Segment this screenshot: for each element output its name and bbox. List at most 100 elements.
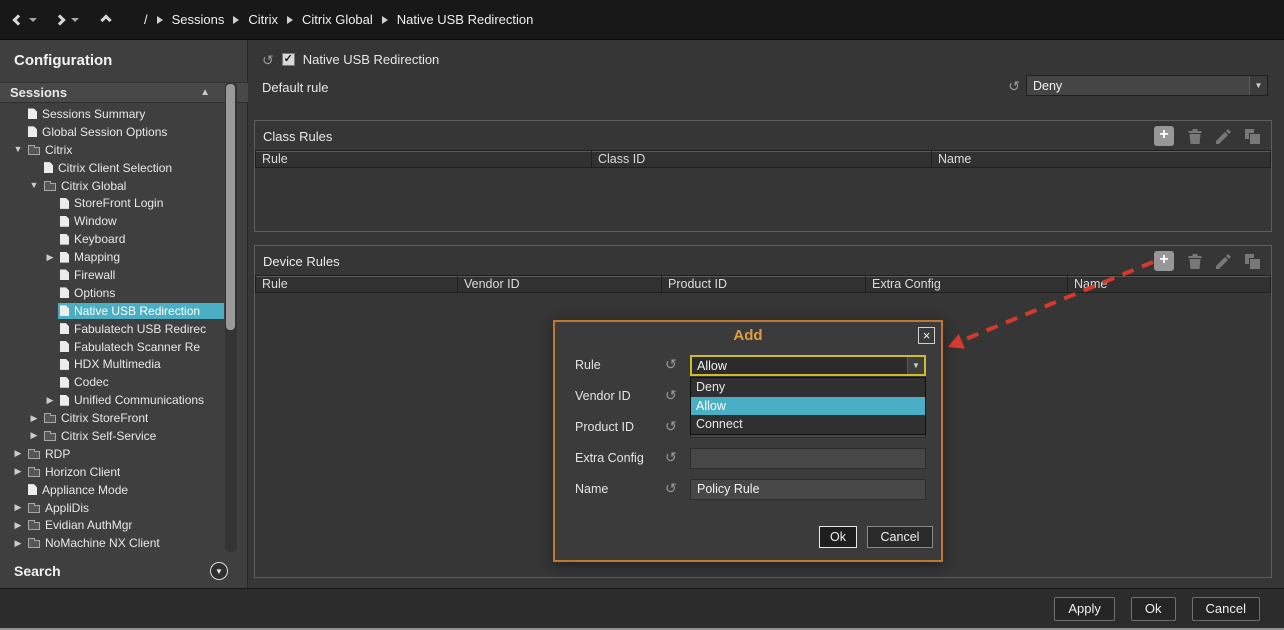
sidebar-item-evidian-authmgr[interactable]: ▶ Evidian AuthMgr <box>0 516 224 534</box>
expand-icon[interactable]: ▶ <box>10 463 26 480</box>
sidebar-item-citrix-storefront[interactable]: ▶ Citrix StoreFront <box>0 409 224 427</box>
column-header-name[interactable]: Name <box>932 150 1271 168</box>
cancel-button[interactable]: Cancel <box>867 526 933 548</box>
revert-icon[interactable]: ↺ <box>665 481 677 495</box>
rule-dropdown-popup: Deny Allow Connect <box>690 377 926 435</box>
sidebar-item-keyboard[interactable]: Keyboard <box>0 230 224 248</box>
extra-config-input[interactable] <box>690 448 926 469</box>
edit-rule-button[interactable] <box>1215 253 1232 270</box>
edit-rule-button[interactable] <box>1215 128 1232 145</box>
search-section-header[interactable]: Search ▼ <box>0 558 248 584</box>
forward-icon[interactable] <box>54 14 65 25</box>
copy-rule-button[interactable] <box>1244 128 1261 145</box>
breadcrumb-citrix-global[interactable]: Citrix Global <box>302 12 373 27</box>
collapse-icon[interactable]: ▼ <box>26 177 42 194</box>
expand-icon[interactable]: ▶ <box>10 499 26 516</box>
search-expand-button[interactable]: ▼ <box>210 562 228 580</box>
delete-rule-button[interactable] <box>1186 253 1203 270</box>
sidebar-item-firewall[interactable]: Firewall <box>0 266 224 284</box>
sidebar-item-storefront-login[interactable]: StoreFront Login <box>0 194 224 212</box>
sidebar-item-window[interactable]: Window <box>0 212 224 230</box>
collapse-icon[interactable]: ▼ <box>10 141 26 158</box>
revert-icon[interactable]: ↺ <box>1008 79 1020 93</box>
sidebar-item-rdp[interactable]: ▶ RDP <box>0 445 224 463</box>
expand-icon[interactable]: ▶ <box>10 535 26 552</box>
sidebar-item-citrix-global[interactable]: ▼ Citrix Global <box>0 177 224 195</box>
document-icon <box>60 287 69 298</box>
dropdown-arrow-icon[interactable]: ▼ <box>907 357 924 374</box>
sessions-section-header[interactable]: Sessions ▲ <box>0 82 248 103</box>
sidebar-item-applidis[interactable]: ▶ AppliDis <box>0 499 224 517</box>
sidebar-title: Configuration <box>14 52 112 69</box>
sidebar-item-citrix[interactable]: ▼ Citrix <box>0 141 224 159</box>
apply-button[interactable]: Apply <box>1054 597 1115 621</box>
breadcrumb-native-usb-redirection[interactable]: Native USB Redirection <box>397 12 534 27</box>
expand-icon[interactable]: ▶ <box>10 445 26 462</box>
device-rules-toolbar: + <box>1154 251 1261 271</box>
breadcrumb-citrix[interactable]: Citrix <box>248 12 278 27</box>
ok-button[interactable]: Ok <box>819 526 857 548</box>
column-header-rule[interactable]: Rule <box>255 275 458 293</box>
sidebar-item-nomachine-nx-client[interactable]: ▶ NoMachine NX Client <box>0 534 224 552</box>
delete-rule-button[interactable] <box>1186 128 1203 145</box>
dropdown-option-deny[interactable]: Deny <box>691 378 925 397</box>
add-rule-button[interactable]: + <box>1154 126 1174 146</box>
product-id-label: Product ID <box>575 420 634 434</box>
class-rules-title: Class Rules <box>263 129 332 144</box>
document-icon <box>60 305 69 316</box>
sidebar-item-hdx-multimedia[interactable]: HDX Multimedia <box>0 355 224 373</box>
sidebar-item-citrix-self-service[interactable]: ▶ Citrix Self-Service <box>0 427 224 445</box>
sidebar-item-mapping[interactable]: ▶ Mapping <box>0 248 224 266</box>
revert-icon[interactable]: ↺ <box>665 419 677 433</box>
default-rule-label: Default rule <box>262 80 328 95</box>
revert-icon[interactable]: ↺ <box>665 357 677 371</box>
name-input[interactable]: Policy Rule <box>690 479 926 500</box>
forward-history-dropdown-icon[interactable] <box>71 18 79 22</box>
breadcrumb-sessions[interactable]: Sessions <box>172 12 225 27</box>
sidebar-item-global-session-options[interactable]: Global Session Options <box>0 123 224 141</box>
sidebar-item-options[interactable]: Options <box>0 284 224 302</box>
expand-icon[interactable]: ▶ <box>42 249 58 266</box>
expand-icon[interactable]: ▶ <box>26 410 42 427</box>
annotation-arrow <box>920 246 1170 356</box>
dropdown-option-connect[interactable]: Connect <box>691 415 925 434</box>
dialog-title: Add <box>555 327 941 344</box>
column-header-product-id[interactable]: Product ID <box>662 275 866 293</box>
sidebar-item-citrix-client-selection[interactable]: Citrix Client Selection <box>0 159 224 177</box>
revert-icon[interactable]: ↺ <box>665 450 677 464</box>
expand-icon[interactable]: ▶ <box>26 427 42 444</box>
native-usb-redirection-checkbox[interactable]: ✓ <box>282 53 295 66</box>
breadcrumb-root[interactable]: / <box>144 12 148 27</box>
enable-setting-row: ↺ ✓ Native USB Redirection <box>262 52 439 67</box>
revert-icon[interactable]: ↺ <box>665 388 677 402</box>
up-level-icon[interactable] <box>100 14 111 25</box>
sidebar-item-native-usb-redirection[interactable]: Native USB Redirection <box>0 302 224 320</box>
sidebar-item-horizon-client[interactable]: ▶ Horizon Client <box>0 463 224 481</box>
copy-rule-button[interactable] <box>1244 253 1261 270</box>
column-header-vendor-id[interactable]: Vendor ID <box>458 275 662 293</box>
scrollbar-thumb[interactable] <box>226 84 235 330</box>
sidebar-item-codec[interactable]: Codec <box>0 373 224 391</box>
expand-icon[interactable]: ▶ <box>42 392 58 409</box>
sidebar-item-sessions-summary[interactable]: Sessions Summary <box>0 105 224 123</box>
revert-icon[interactable]: ↺ <box>262 53 274 67</box>
rule-dropdown[interactable]: Allow ▼ <box>690 355 926 376</box>
sidebar-item-appliance-mode[interactable]: Appliance Mode <box>0 481 224 499</box>
sidebar-item-fabulatech-scanner-redirection[interactable]: Fabulatech Scanner Re <box>0 338 224 356</box>
plus-icon: + <box>1159 126 1168 143</box>
column-header-class-id[interactable]: Class ID <box>592 150 932 168</box>
back-icon[interactable] <box>12 14 23 25</box>
default-rule-dropdown[interactable]: Deny ▼ <box>1026 75 1268 96</box>
sidebar-item-unified-communications[interactable]: ▶ Unified Communications <box>0 391 224 409</box>
back-history-dropdown-icon[interactable] <box>29 18 37 22</box>
dropdown-option-allow[interactable]: Allow <box>691 397 925 416</box>
section-collapse-icon[interactable]: ▲ <box>200 87 210 98</box>
history-nav <box>14 16 110 24</box>
column-header-rule[interactable]: Rule <box>255 150 592 168</box>
cancel-button[interactable]: Cancel <box>1192 597 1260 621</box>
ok-button[interactable]: Ok <box>1131 597 1176 621</box>
dropdown-arrow-icon[interactable]: ▼ <box>1249 76 1267 95</box>
sidebar-scrollbar[interactable] <box>225 82 237 552</box>
expand-icon[interactable]: ▶ <box>10 517 26 534</box>
sidebar-item-fabulatech-usb-redirection[interactable]: Fabulatech USB Redirec <box>0 320 224 338</box>
